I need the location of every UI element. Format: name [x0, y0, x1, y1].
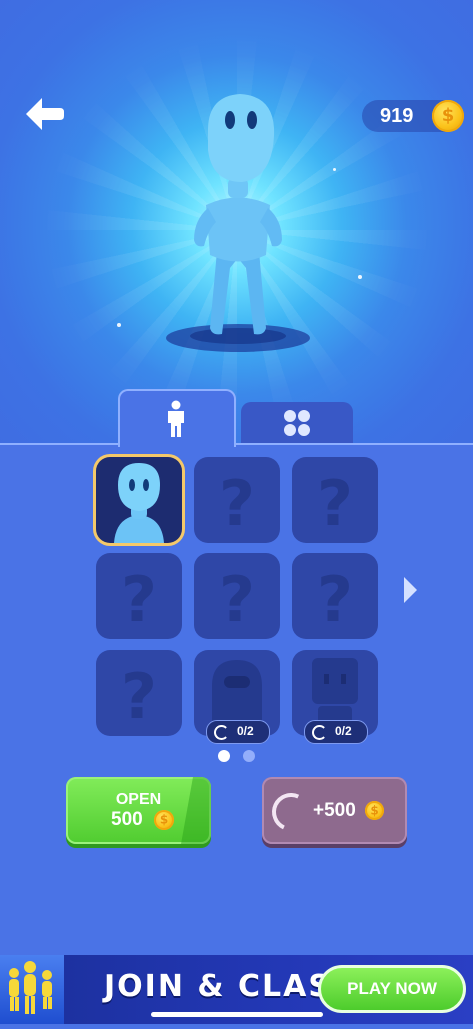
back-button[interactable] — [22, 94, 66, 134]
banner-art — [0, 955, 64, 1024]
chevron-right-icon — [404, 577, 417, 603]
question-mark-icon: ? — [121, 563, 157, 636]
skin-slot-locked[interactable]: ? — [96, 650, 182, 736]
question-mark-icon: ? — [219, 563, 255, 636]
progress-badge: 0/2 — [304, 720, 368, 744]
grid-icon — [284, 410, 310, 436]
coin-count: 919 — [380, 105, 414, 127]
character-model — [166, 94, 310, 352]
open-button[interactable]: OPEN 500 — [66, 777, 211, 844]
coin-icon — [365, 801, 384, 820]
arrow-left-icon — [26, 98, 64, 130]
sparkle — [358, 275, 362, 279]
question-mark-icon: ? — [317, 467, 353, 540]
question-mark-icon: ? — [219, 467, 255, 540]
question-mark-icon: ? — [317, 563, 353, 636]
question-mark-icon: ? — [121, 660, 157, 733]
character-preview-stage: 919 — [0, 0, 473, 445]
progress-text: 0/2 — [237, 724, 254, 738]
open-price: 500 — [111, 809, 143, 830]
progress-text: 0/2 — [335, 724, 352, 738]
open-label: OPEN — [115, 791, 162, 808]
progress-badge: 0/2 — [206, 720, 270, 744]
next-page-button[interactable] — [402, 575, 418, 605]
progress-ring-icon — [312, 725, 327, 740]
skin-slot-selected[interactable] — [96, 457, 182, 543]
coin-icon — [432, 100, 464, 132]
loading-spinner-icon — [266, 787, 316, 837]
skin-slot-locked[interactable]: ? — [292, 553, 378, 639]
home-indicator — [151, 1012, 323, 1017]
sparkle — [333, 168, 336, 171]
skin-slot-locked[interactable]: ? — [292, 457, 378, 543]
tab-characters[interactable] — [118, 389, 236, 450]
skin-slot-locked[interactable]: ? — [194, 457, 280, 543]
watch-ad-reward-button[interactable]: +500 — [262, 777, 407, 844]
character-thumbnail — [114, 463, 164, 543]
crowd-runners-icon — [9, 961, 52, 1014]
person-icon — [168, 400, 184, 437]
panel-divider — [0, 443, 473, 445]
reward-label: +500 — [313, 800, 356, 821]
coin-icon — [154, 810, 174, 830]
play-now-button[interactable]: PLAY NOW — [318, 965, 466, 1013]
skin-slot-locked[interactable]: ? — [194, 553, 280, 639]
skin-slot-progress[interactable]: 0/2 — [292, 650, 378, 744]
sparkle — [117, 323, 121, 327]
progress-ring-icon — [214, 725, 229, 740]
page-dot-active — [218, 750, 230, 762]
page-dot[interactable] — [243, 750, 255, 762]
tab-items[interactable] — [241, 402, 353, 443]
skin-slot-locked[interactable]: ? — [96, 553, 182, 639]
skin-slot-progress[interactable]: 0/2 — [194, 650, 280, 744]
